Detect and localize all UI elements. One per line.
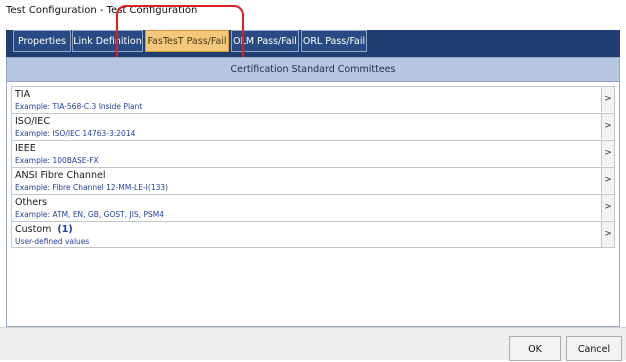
list-item-iso-iec[interactable]: ISO/IEC Example: ISO/IEC 14763-3:2014 >	[11, 113, 615, 140]
tab-orl-pass-fail[interactable]: ORL Pass/Fail	[301, 30, 367, 52]
row-subtitle: Example: ISO/IEC 14763-3:2014	[15, 129, 136, 138]
dialog-footer: OK Cancel	[0, 327, 626, 361]
row-subtitle: User-defined values	[15, 237, 90, 246]
chevron-right-icon[interactable]: >	[601, 141, 614, 166]
row-title-text: Custom	[15, 224, 52, 235]
list-item-ansi-fibre-channel[interactable]: ANSI Fibre Channel Example: Fibre Channe…	[11, 167, 615, 194]
tab-properties[interactable]: Properties	[13, 30, 71, 52]
row-title: Others	[15, 197, 47, 208]
list-item-ieee[interactable]: IEEE Example: 100BASE-FX >	[11, 140, 615, 167]
section-header: Certification Standard Committees	[7, 58, 619, 82]
chevron-right-icon[interactable]: >	[601, 168, 614, 193]
tab-link-definition[interactable]: Link Definition	[72, 30, 143, 52]
tab-fastest-pass-fail[interactable]: FasTesT Pass/Fail	[145, 30, 229, 52]
count-badge: (1)	[57, 224, 73, 235]
ok-button[interactable]: OK	[509, 336, 561, 361]
row-title: Custom (1)	[15, 224, 73, 235]
row-title: TIA	[15, 89, 31, 100]
chevron-right-icon[interactable]: >	[601, 222, 614, 247]
standards-list: TIA Example: TIA-568-C.3 Inside Plant > …	[11, 86, 615, 248]
list-item-custom[interactable]: Custom (1) User-defined values >	[11, 221, 615, 248]
row-title: ANSI Fibre Channel	[15, 170, 106, 181]
chevron-right-icon[interactable]: >	[601, 195, 614, 220]
standards-panel: Certification Standard Committees TIA Ex…	[6, 57, 620, 327]
list-item-tia[interactable]: TIA Example: TIA-568-C.3 Inside Plant >	[11, 86, 615, 113]
row-subtitle: Example: ATM, EN, GB, GOST, JIS, PSM4	[15, 210, 164, 219]
window-title: Test Configuration - Test Configuration	[0, 0, 626, 22]
list-item-others[interactable]: Others Example: ATM, EN, GB, GOST, JIS, …	[11, 194, 615, 221]
cancel-button[interactable]: Cancel	[566, 336, 622, 361]
row-title: IEEE	[15, 143, 36, 154]
row-subtitle: Example: TIA-568-C.3 Inside Plant	[15, 102, 143, 111]
row-subtitle: Example: 100BASE-FX	[15, 156, 99, 165]
tab-olm-pass-fail[interactable]: OLM Pass/Fail	[231, 30, 299, 52]
row-subtitle: Example: Fibre Channel 12-MM-LE-I(133)	[15, 183, 169, 192]
chevron-right-icon[interactable]: >	[601, 114, 614, 139]
row-title: ISO/IEC	[15, 116, 50, 127]
chevron-right-icon[interactable]: >	[601, 87, 614, 112]
